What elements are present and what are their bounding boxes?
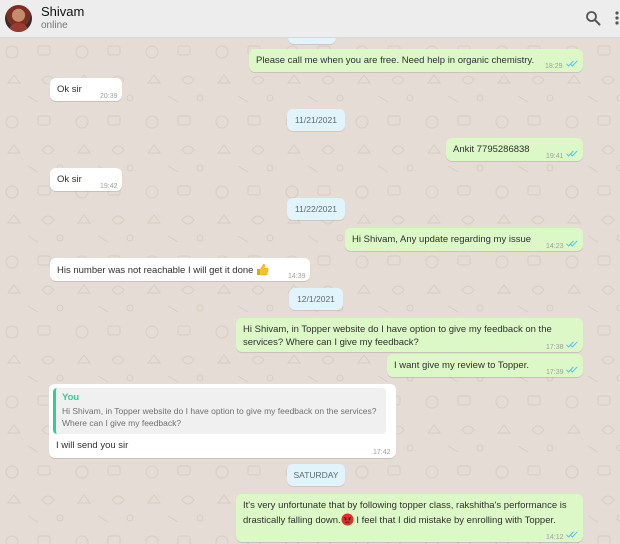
read-ticks-icon — [566, 341, 578, 348]
message-time: 19:42 — [100, 183, 118, 190]
message-outgoing[interactable]: It's very unfortunate that by following … — [236, 494, 583, 542]
chat-header: Shivam online — [0, 0, 620, 38]
message-body: His number was not reachable I will get … — [57, 265, 254, 276]
message-line: services? Where can I give my feedback? — [243, 337, 419, 348]
date-pill: 11/21/2021 — [287, 109, 345, 131]
date-pill-partial — [288, 38, 336, 44]
message-text: Hi Shivam, Any update regarding my issue — [352, 234, 532, 245]
message-text: His number was not reachable I will get … — [57, 263, 269, 277]
quoted-message[interactable]: You Hi Shivam, in Topper website do I ha… — [53, 388, 386, 434]
menu-icon[interactable] — [611, 10, 620, 26]
message-time: 18:29 — [545, 63, 563, 70]
avatar-figure — [9, 23, 28, 32]
read-ticks-icon — [566, 60, 578, 67]
message-time: 14:23 — [546, 243, 564, 250]
search-icon[interactable] — [585, 10, 601, 26]
message-line: I feel that I did mistake by enrolling w… — [353, 515, 556, 526]
message-incoming-reply[interactable]: You Hi Shivam, in Topper website do I ha… — [49, 384, 396, 458]
read-ticks-icon — [566, 150, 578, 157]
message-text: I will send you sir — [56, 440, 129, 451]
angry-face-icon — [341, 513, 354, 526]
message-outgoing[interactable]: Ankit 7795286838 19:41 — [446, 138, 583, 161]
contact-name[interactable]: Shivam — [41, 4, 84, 19]
read-ticks-icon — [566, 240, 578, 247]
message-line: It's very unfortunate that by following … — [243, 500, 567, 511]
message-text: Ok sir — [57, 174, 82, 185]
message-text: It's very unfortunate that by following … — [243, 499, 567, 528]
message-time: 20:39 — [100, 93, 118, 100]
message-incoming[interactable]: Ok sir 19:42 — [50, 168, 122, 191]
message-time: 17:42 — [373, 449, 391, 456]
avatar[interactable] — [5, 5, 32, 32]
read-ticks-icon — [566, 531, 578, 538]
message-text: I want give my review to Topper. — [394, 360, 529, 371]
date-pill: 11/22/2021 — [287, 198, 345, 220]
message-time: 17:38 — [546, 344, 564, 351]
read-ticks-icon — [566, 366, 578, 373]
message-line: drastically falling down. — [243, 515, 341, 526]
message-text: Please call me when you are free. Need h… — [256, 55, 535, 66]
message-outgoing[interactable]: Please call me when you are free. Need h… — [249, 49, 583, 72]
quote-line: Hi Shivam, in Topper website do I have o… — [62, 406, 377, 416]
quote-line: Where can I give my feedback? — [62, 418, 182, 428]
chat-area[interactable]: Please call me when you are free. Need h… — [0, 38, 620, 544]
message-text: Ok sir — [57, 84, 82, 95]
message-text: Hi Shivam, in Topper website do I have o… — [243, 323, 552, 349]
message-outgoing[interactable]: Hi Shivam, in Topper website do I have o… — [236, 318, 583, 352]
thumbs-up-icon — [257, 263, 269, 276]
message-outgoing[interactable]: Hi Shivam, Any update regarding my issue… — [345, 228, 583, 251]
quote-author: You — [62, 392, 80, 403]
message-time: 14:39 — [288, 273, 306, 280]
message-time: 19:41 — [546, 153, 564, 160]
message-time: 17:39 — [546, 369, 564, 376]
quote-text: Hi Shivam, in Topper website do I have o… — [62, 405, 380, 429]
message-outgoing[interactable]: I want give my review to Topper. 17:39 — [387, 354, 583, 377]
date-pill: 12/1/2021 — [289, 288, 343, 310]
message-incoming[interactable]: Ok sir 20:39 — [50, 78, 122, 101]
contact-status: online — [41, 20, 68, 31]
message-time: 14:12 — [546, 534, 564, 541]
message-line: Hi Shivam, in Topper website do I have o… — [243, 324, 552, 335]
message-incoming[interactable]: His number was not reachable I will get … — [50, 258, 310, 281]
message-text: Ankit 7795286838 — [453, 144, 530, 155]
date-pill: SATURDAY — [287, 464, 345, 486]
